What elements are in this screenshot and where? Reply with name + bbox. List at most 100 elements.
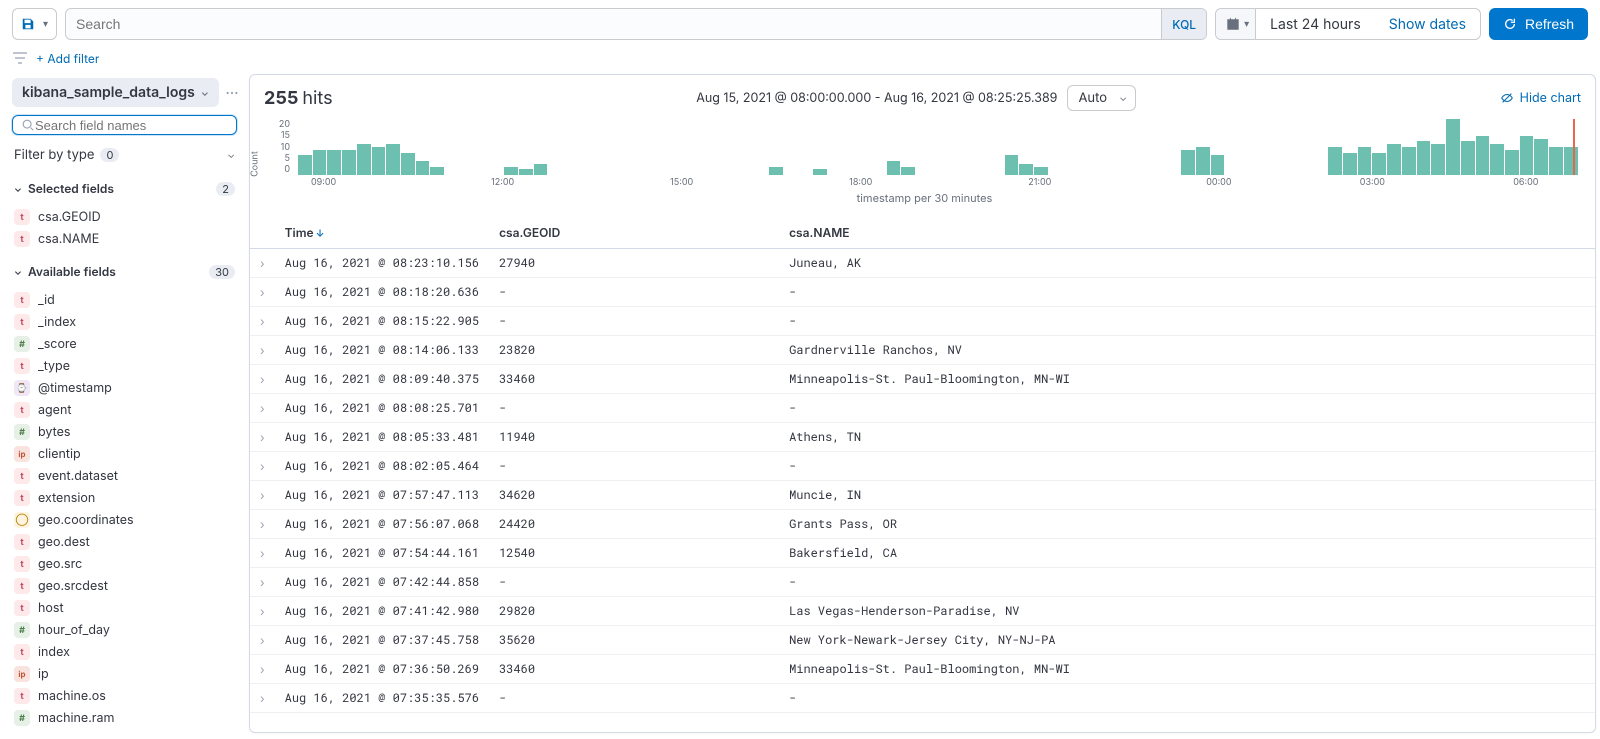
column-header-name[interactable]: csa.NAME	[779, 217, 1595, 249]
field-options-icon[interactable]	[225, 86, 239, 100]
histogram-bar[interactable]	[1372, 153, 1386, 175]
field-item[interactable]: tmachine.os	[12, 685, 237, 707]
filter-by-type-count: 0	[100, 148, 119, 162]
field-search-input[interactable]	[35, 118, 228, 133]
histogram-bar[interactable]	[769, 167, 783, 175]
field-item[interactable]: tcsa.GEOID	[12, 206, 237, 228]
histogram-bar[interactable]	[430, 167, 444, 175]
interval-select[interactable]: Auto ⌄	[1067, 85, 1136, 111]
field-item[interactable]: t_index	[12, 311, 237, 333]
histogram-bar[interactable]	[1520, 136, 1534, 175]
histogram-bar[interactable]	[1328, 147, 1342, 175]
add-filter-button[interactable]: + Add filter	[36, 51, 99, 66]
histogram-bar[interactable]	[1343, 153, 1357, 175]
histogram-bar[interactable]	[1181, 150, 1195, 175]
expand-row-button[interactable]: ›	[250, 336, 275, 365]
expand-row-button[interactable]: ›	[250, 394, 275, 423]
refresh-button[interactable]: Refresh	[1489, 8, 1588, 40]
date-picker[interactable]: ▾ Last 24 hours Show dates	[1215, 8, 1481, 40]
expand-row-button[interactable]: ›	[250, 307, 275, 336]
expand-row-button[interactable]: ›	[250, 452, 275, 481]
histogram-bar[interactable]	[327, 150, 341, 175]
expand-row-button[interactable]: ›	[250, 278, 275, 307]
histogram-bar[interactable]	[1476, 136, 1490, 175]
expand-row-button[interactable]: ›	[250, 626, 275, 655]
histogram-bar[interactable]	[1431, 144, 1445, 175]
field-item[interactable]: tcsa.NAME	[12, 228, 237, 250]
histogram-bar[interactable]	[1005, 155, 1019, 175]
selected-fields-header[interactable]: ⌄Selected fields 2	[12, 175, 237, 198]
histogram-bar[interactable]	[401, 153, 415, 175]
histogram-bar[interactable]	[1490, 144, 1504, 175]
field-item[interactable]: t_type	[12, 355, 237, 377]
histogram-bar[interactable]	[813, 169, 827, 175]
expand-row-button[interactable]: ›	[250, 655, 275, 684]
histogram-bar[interactable]	[887, 161, 901, 175]
field-item[interactable]: #machine.ram	[12, 707, 237, 729]
histogram-bar[interactable]	[1034, 167, 1048, 175]
hide-chart-button[interactable]: Hide chart	[1500, 91, 1581, 106]
histogram-bar[interactable]	[1019, 164, 1033, 175]
expand-row-button[interactable]: ›	[250, 510, 275, 539]
histogram-bar[interactable]	[313, 150, 327, 175]
histogram-bar[interactable]	[1211, 155, 1225, 175]
histogram-bar[interactable]	[342, 150, 356, 175]
histogram-bar[interactable]	[1402, 147, 1416, 175]
histogram-bar[interactable]	[1417, 141, 1431, 175]
histogram-bar[interactable]	[1446, 119, 1460, 175]
histogram-bar[interactable]	[1196, 147, 1210, 175]
save-query-button[interactable]: ▾	[12, 8, 57, 40]
histogram-bar[interactable]	[901, 167, 915, 175]
field-item[interactable]: t_id	[12, 289, 237, 311]
show-dates-link[interactable]: Show dates	[1375, 16, 1480, 33]
index-pattern-select[interactable]: kibana_sample_data_logs ⌄	[12, 78, 219, 107]
field-item[interactable]: textension	[12, 487, 237, 509]
histogram-bar[interactable]	[1534, 139, 1548, 175]
field-item[interactable]: #bytes	[12, 421, 237, 443]
expand-row-button[interactable]: ›	[250, 568, 275, 597]
kql-toggle[interactable]: KQL	[1161, 9, 1206, 39]
histogram-bar[interactable]	[298, 155, 312, 175]
field-item[interactable]: ◯geo.coordinates	[12, 509, 237, 531]
expand-row-button[interactable]: ›	[250, 481, 275, 510]
expand-row-button[interactable]: ›	[250, 423, 275, 452]
expand-row-button[interactable]: ›	[250, 365, 275, 394]
field-item[interactable]: ⌚@timestamp	[12, 377, 237, 399]
histogram-bar[interactable]	[1564, 147, 1578, 175]
field-item[interactable]: tindex	[12, 641, 237, 663]
histogram-bar[interactable]	[1505, 150, 1519, 175]
field-item[interactable]: tgeo.dest	[12, 531, 237, 553]
histogram-bar[interactable]	[386, 144, 400, 175]
histogram-bar[interactable]	[1549, 147, 1563, 175]
filter-by-type[interactable]: Filter by type0 ⌄	[12, 143, 237, 167]
filter-icon[interactable]	[12, 50, 28, 66]
histogram-bar[interactable]	[1387, 144, 1401, 175]
cell-geoid: 34620	[489, 481, 779, 510]
histogram-bar[interactable]	[504, 167, 518, 175]
histogram-bar[interactable]	[416, 161, 430, 175]
search-input[interactable]	[66, 16, 1161, 32]
histogram-bar[interactable]	[519, 169, 533, 175]
expand-row-button[interactable]: ›	[250, 597, 275, 626]
expand-row-button[interactable]: ›	[250, 684, 275, 713]
histogram-bar[interactable]	[357, 144, 371, 175]
histogram-bar[interactable]	[1461, 141, 1475, 175]
field-item[interactable]: tevent.dataset	[12, 465, 237, 487]
field-item[interactable]: tgeo.src	[12, 553, 237, 575]
field-item[interactable]: ipclientip	[12, 443, 237, 465]
available-fields-header[interactable]: ⌄Available fields 30	[12, 258, 237, 281]
histogram-bar[interactable]	[372, 147, 386, 175]
expand-row-button[interactable]: ›	[250, 539, 275, 568]
field-item[interactable]: tagent	[12, 399, 237, 421]
field-item[interactable]: tgeo.srcdest	[12, 575, 237, 597]
column-header-time[interactable]: Time↓	[275, 217, 489, 249]
histogram-bar[interactable]	[534, 164, 548, 175]
field-item[interactable]: thost	[12, 597, 237, 619]
field-item[interactable]: #_score	[12, 333, 237, 355]
column-header-geoid[interactable]: csa.GEOID	[489, 217, 779, 249]
field-item[interactable]: ipip	[12, 663, 237, 685]
histogram-chart[interactable]: Count 20151050 09:0012:0015:0018:0021:00…	[250, 111, 1595, 217]
expand-row-button[interactable]: ›	[250, 249, 275, 278]
field-item[interactable]: #hour_of_day	[12, 619, 237, 641]
histogram-bar[interactable]	[1358, 147, 1372, 175]
